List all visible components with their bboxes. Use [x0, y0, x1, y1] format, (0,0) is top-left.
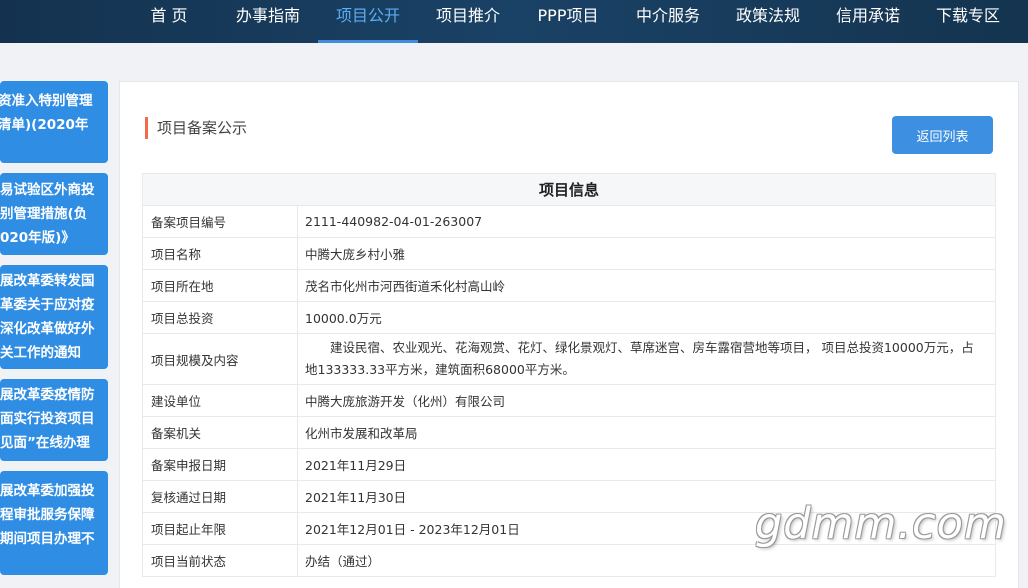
- nav-item-agency-service[interactable]: 中介服务: [635, 0, 701, 43]
- row-value: 10000.0万元: [297, 301, 996, 334]
- sidebar-news-card[interactable]: 展改革委疫情防 面实行投资项目 见面”在线办理: [0, 379, 108, 461]
- sidebar-news-card[interactable]: 资准入特别管理 清单)(2020年: [0, 81, 108, 163]
- row-label: 项目当前状态: [142, 544, 298, 577]
- back-to-list-button[interactable]: 返回列表: [892, 116, 993, 154]
- sidebar-card-text: 程审批服务保障: [0, 507, 95, 523]
- nav-item-credit[interactable]: 信用承诺: [835, 0, 901, 43]
- sidebar-card-text: 资准入特别管理: [0, 93, 93, 109]
- row-value: 中腾大庞乡村小雅: [297, 237, 996, 270]
- table-header-row: 项目信息: [142, 173, 996, 206]
- sidebar-card-text: 清单)(2020年: [0, 117, 89, 133]
- row-label: 项目所在地: [142, 269, 298, 302]
- sidebar-card-text: 别管理措施(负: [0, 206, 88, 222]
- sidebar-card-text: 期间项目办理不: [0, 531, 95, 547]
- row-value-line: 地133333.33平方米，建筑面积68000平方米。: [305, 362, 575, 377]
- sidebar-card-text: 面实行投资项目: [0, 411, 95, 427]
- sidebar-card-text: 020年版)》: [0, 230, 75, 246]
- row-label: 备案项目编号: [142, 205, 298, 238]
- table-row: 项目规模及内容 建设民宿、农业观光、花海观赏、花灯、绿化景观灯、草席迷宫、房车露…: [142, 333, 996, 385]
- watermark-logo: gdmm.com: [755, 499, 1007, 549]
- row-label: 项目总投资: [142, 301, 298, 334]
- table-row: 备案项目编号 2111-440982-04-01-263007: [142, 205, 996, 238]
- sidebar-card-text: 见面”在线办理: [0, 435, 90, 451]
- sidebar-news-card[interactable]: 易试验区外商投 别管理措施(负 020年版)》: [0, 173, 108, 255]
- nav-item-guide[interactable]: 办事指南: [235, 0, 301, 43]
- sidebar-card-text: 易试验区外商投: [0, 182, 95, 198]
- table-header: 项目信息: [142, 173, 996, 206]
- sidebar-card-text: 展改革委转发国: [0, 273, 95, 289]
- nav-item-project-public[interactable]: 项目公开: [318, 0, 418, 43]
- sidebar-card-text: 展改革委加强投: [0, 483, 95, 499]
- table-row: 项目当前状态 办结（通过）: [142, 544, 996, 577]
- sidebar-card-text: 关工作的通知: [0, 345, 81, 361]
- row-label: 项目规模及内容: [142, 333, 298, 385]
- table-row: 备案申报日期 2021年11月29日: [142, 448, 996, 481]
- row-value: 2021年11月29日: [297, 448, 996, 481]
- table-row: 项目所在地 茂名市化州市河西街道禾化村高山岭: [142, 269, 996, 302]
- row-label: 建设单位: [142, 384, 298, 417]
- row-value: 2111-440982-04-01-263007: [297, 205, 996, 238]
- sidebar-card-text: 深化改革做好外: [0, 321, 95, 337]
- nav-item-project-promotion[interactable]: 项目推介: [435, 0, 501, 43]
- row-value-line: 建设民宿、农业观光、花海观赏、花灯、绿化景观灯、草席迷宫、房车露宿营地等项目， …: [330, 340, 974, 355]
- nav-item-policy[interactable]: 政策法规: [735, 0, 801, 43]
- table-row: 项目总投资 10000.0万元: [142, 301, 996, 334]
- nav-item-ppp-project[interactable]: PPP项目: [535, 0, 601, 43]
- nav-item-home[interactable]: 首 页: [150, 0, 188, 43]
- sidebar-card-text: 展改革委疫情防: [0, 387, 95, 403]
- sidebar-news-card[interactable]: 展改革委加强投 程审批服务保障 期间项目办理不: [0, 471, 108, 575]
- sidebar-news-card[interactable]: 展改革委转发国 革委关于应对疫 深化改革做好外 关工作的通知: [0, 265, 108, 369]
- row-label: 项目名称: [142, 237, 298, 270]
- table-row: 项目名称 中腾大庞乡村小雅: [142, 237, 996, 270]
- row-value: 中腾大庞旅游开发（化州）有限公司: [297, 384, 996, 417]
- row-label: 备案机关: [142, 416, 298, 449]
- row-value: 办结（通过）: [297, 544, 996, 577]
- row-value: 茂名市化州市河西街道禾化村高山岭: [297, 269, 996, 302]
- row-value: 化州市发展和改革局: [297, 416, 996, 449]
- table-row: 建设单位 中腾大庞旅游开发（化州）有限公司: [142, 384, 996, 417]
- row-label: 项目起止年限: [142, 512, 298, 545]
- page-title: 项目备案公示: [145, 117, 247, 139]
- row-value: 建设民宿、农业观光、花海观赏、花灯、绿化景观灯、草席迷宫、房车露宿营地等项目， …: [297, 333, 996, 385]
- row-label: 备案申报日期: [142, 448, 298, 481]
- row-label: 复核通过日期: [142, 480, 298, 513]
- sidebar-card-text: 革委关于应对疫: [0, 297, 95, 313]
- top-navigation-bar: 首 页 办事指南 项目公开 项目推介 PPP项目 中介服务 政策法规 信用承诺 …: [0, 0, 1028, 43]
- table-row: 备案机关 化州市发展和改革局: [142, 416, 996, 449]
- nav-item-download[interactable]: 下载专区: [935, 0, 1001, 43]
